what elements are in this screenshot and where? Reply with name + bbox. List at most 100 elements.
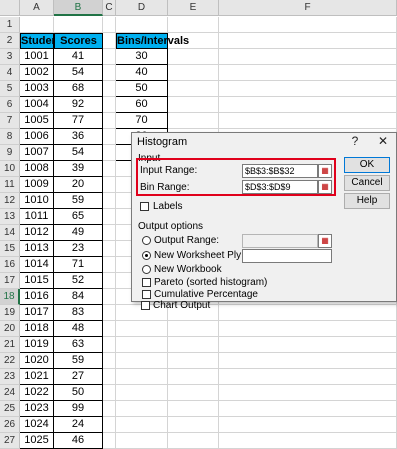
student-id-cell[interactable]: 1022	[20, 385, 54, 401]
help-button[interactable]: Help	[344, 193, 390, 209]
grid-cell[interactable]	[103, 257, 116, 273]
grid-cell[interactable]	[103, 401, 116, 417]
grid-cell[interactable]	[103, 161, 116, 177]
grid-cell[interactable]	[168, 321, 219, 337]
row-header-11[interactable]: 11	[0, 177, 20, 193]
student-id-cell[interactable]: 1024	[20, 417, 54, 433]
help-icon[interactable]: ?	[348, 134, 362, 148]
grid-cell[interactable]	[103, 273, 116, 289]
grid-cell[interactable]	[116, 369, 168, 385]
grid-cell[interactable]	[103, 433, 116, 449]
grid-cell[interactable]	[168, 369, 219, 385]
grid-cell[interactable]	[116, 385, 168, 401]
bin-cell[interactable]: 30	[116, 49, 168, 65]
row-header-4[interactable]: 4	[0, 65, 20, 81]
grid-cell[interactable]	[219, 385, 397, 401]
grid-cell[interactable]	[168, 49, 219, 65]
score-cell[interactable]: 68	[54, 81, 103, 97]
column-header-e[interactable]: E	[168, 0, 219, 16]
grid-cell[interactable]	[219, 49, 397, 65]
grid-cell[interactable]	[219, 81, 397, 97]
student-id-cell[interactable]: 1008	[20, 161, 54, 177]
new-worksheet-field[interactable]	[242, 249, 332, 263]
score-cell[interactable]: 99	[54, 401, 103, 417]
row-header-24[interactable]: 24	[0, 385, 20, 401]
grid-cell[interactable]	[219, 401, 397, 417]
row-header-15[interactable]: 15	[0, 241, 20, 257]
grid-cell[interactable]	[219, 337, 397, 353]
score-cell[interactable]: 84	[54, 289, 103, 305]
grid-cell[interactable]	[168, 113, 219, 129]
grid-cell[interactable]	[103, 305, 116, 321]
student-id-cell[interactable]: 1018	[20, 321, 54, 337]
grid-cell[interactable]	[103, 113, 116, 129]
student-id-cell[interactable]: 1014	[20, 257, 54, 273]
chart-output-checkbox[interactable]	[141, 301, 150, 310]
grid-cell[interactable]	[116, 337, 168, 353]
cumulative-checkbox[interactable]	[142, 290, 151, 299]
column-header-d[interactable]: D	[116, 0, 168, 16]
grid-cell[interactable]	[168, 81, 219, 97]
grid-cell[interactable]	[103, 145, 116, 161]
student-id-cell[interactable]: 1001	[20, 49, 54, 65]
grid-cell[interactable]	[168, 385, 219, 401]
column-header-c[interactable]: C	[103, 0, 116, 16]
output-range-radio[interactable]	[142, 236, 151, 245]
row-header-10[interactable]: 10	[0, 161, 20, 177]
score-cell[interactable]: 54	[54, 145, 103, 161]
row-header-7[interactable]: 7	[0, 113, 20, 129]
score-cell[interactable]: 49	[54, 225, 103, 241]
pareto-checkbox[interactable]	[142, 278, 151, 287]
grid-cell[interactable]	[168, 17, 219, 33]
grid-cell[interactable]	[168, 97, 219, 113]
student-id-cell[interactable]: 1019	[20, 337, 54, 353]
grid-cell[interactable]	[103, 17, 116, 33]
grid-cell[interactable]	[116, 433, 168, 449]
scores-header[interactable]: Scores	[54, 33, 103, 49]
student-id-cell[interactable]: 1021	[20, 369, 54, 385]
row-header-23[interactable]: 23	[0, 369, 20, 385]
row-header-2[interactable]: 2	[0, 33, 20, 49]
grid-cell[interactable]	[103, 209, 116, 225]
grid-cell[interactable]	[168, 417, 219, 433]
row-header-12[interactable]: 12	[0, 193, 20, 209]
grid-cell[interactable]	[219, 33, 397, 49]
student-id-cell[interactable]: 1002	[20, 65, 54, 81]
score-cell[interactable]: 52	[54, 273, 103, 289]
grid-cell[interactable]	[219, 321, 397, 337]
grid-cell[interactable]	[116, 321, 168, 337]
grid-cell[interactable]	[103, 417, 116, 433]
grid-cell[interactable]	[116, 353, 168, 369]
row-header-1[interactable]: 1	[0, 17, 20, 33]
grid-cell[interactable]	[219, 353, 397, 369]
grid-cell[interactable]	[103, 177, 116, 193]
score-cell[interactable]: 83	[54, 305, 103, 321]
row-header-21[interactable]: 21	[0, 337, 20, 353]
student-id-header[interactable]: Student_Id	[20, 33, 78, 49]
input-range-field[interactable]: $B$3:$B$32	[242, 164, 318, 178]
labels-checkbox[interactable]	[140, 202, 149, 211]
grid-cell[interactable]	[219, 113, 397, 129]
grid-cell[interactable]	[116, 417, 168, 433]
grid-cell[interactable]	[168, 433, 219, 449]
bin-range-field[interactable]: $D$3:$D$9	[242, 180, 318, 194]
score-cell[interactable]: 71	[54, 257, 103, 273]
student-id-cell[interactable]: 1004	[20, 97, 54, 113]
student-id-cell[interactable]: 1009	[20, 177, 54, 193]
grid-cell[interactable]	[116, 401, 168, 417]
row-header-8[interactable]: 8	[0, 129, 20, 145]
score-cell[interactable]: 92	[54, 97, 103, 113]
row-header-27[interactable]: 27	[0, 433, 20, 449]
grid-cell[interactable]	[219, 433, 397, 449]
new-workbook-radio[interactable]	[142, 265, 151, 274]
row-header-9[interactable]: 9	[0, 145, 20, 161]
row-header-13[interactable]: 13	[0, 209, 20, 225]
student-id-cell[interactable]: 1016	[20, 289, 54, 305]
row-header-6[interactable]: 6	[0, 97, 20, 113]
student-id-cell[interactable]: 1025	[20, 433, 54, 449]
student-id-cell[interactable]: 1020	[20, 353, 54, 369]
student-id-cell[interactable]: 1005	[20, 113, 54, 129]
bin-cell[interactable]: 70	[116, 113, 168, 129]
select-all-corner[interactable]	[0, 0, 20, 16]
score-cell[interactable]: 65	[54, 209, 103, 225]
